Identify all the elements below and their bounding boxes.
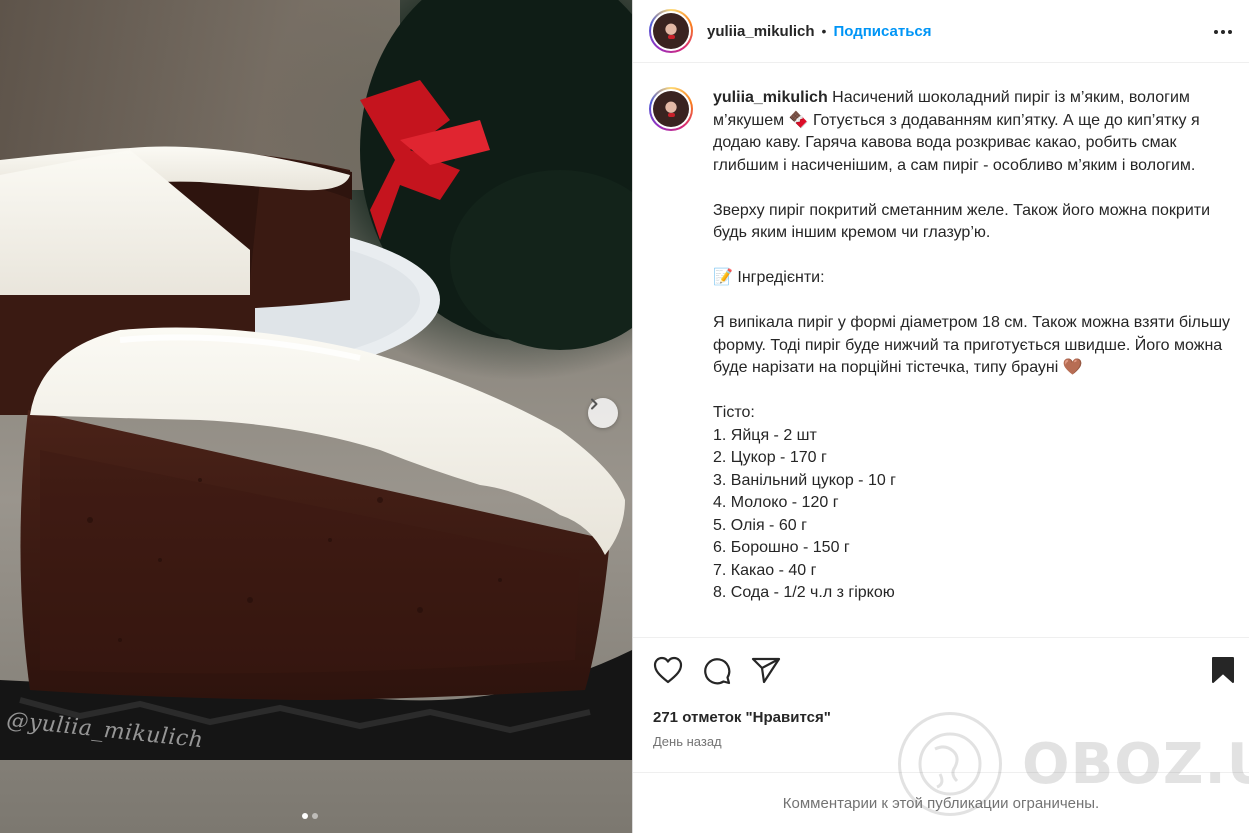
caption-line: Тісто: bbox=[713, 404, 755, 421]
post-details: yuliia_mikulich • Подписаться yuliia_mik… bbox=[632, 0, 1249, 833]
next-slide-button[interactable] bbox=[588, 398, 618, 428]
post-header: yuliia_mikulich • Подписаться bbox=[633, 0, 1249, 63]
comment-icon[interactable] bbox=[702, 656, 732, 686]
ingredient-item: 8. Сода - 1/2 ч.л з гіркою bbox=[713, 584, 895, 601]
carousel-dot[interactable] bbox=[312, 813, 318, 819]
post-timestamp[interactable]: День назад bbox=[653, 734, 722, 749]
author-avatar[interactable] bbox=[649, 9, 693, 53]
caption-line: yuliia_mikulich Насичений шоколадний пир… bbox=[713, 87, 1233, 177]
caption-area: yuliia_mikulich Насичений шоколадний пир… bbox=[633, 63, 1249, 637]
ingredient-item: 6. Борошно - 150 г bbox=[713, 539, 850, 556]
follow-button[interactable]: Подписаться bbox=[833, 23, 931, 40]
caption-line: Зверху пиріг покритий сметанним желе. Та… bbox=[713, 201, 1211, 242]
cake-photo bbox=[0, 0, 632, 760]
send-icon[interactable] bbox=[751, 656, 781, 684]
ingredient-item: 5. Олія - 60 г bbox=[713, 516, 807, 534]
comments-restricted-notice: Комментарии к этой публикации ограничены… bbox=[633, 772, 1249, 833]
likes-count[interactable]: 271 отметок "Нравится" bbox=[653, 709, 831, 726]
post-media[interactable]: @yuliia_mikulich bbox=[0, 0, 632, 833]
more-horizontal-icon[interactable] bbox=[1213, 22, 1233, 42]
ingredient-item: 2. Цукор - 170 г bbox=[713, 449, 827, 466]
ingredient-item: 7. Какао - 40 г bbox=[713, 561, 817, 579]
post-actions: 271 отметок "Нравится" День назад bbox=[633, 637, 1249, 772]
post-dialog: @yuliia_mikulich yuliia_mikulich • Подпи… bbox=[0, 0, 1249, 833]
caption-line: 📝 Інгредієнти: bbox=[713, 269, 825, 286]
carousel-dot[interactable] bbox=[302, 813, 308, 819]
separator-dot: • bbox=[821, 23, 827, 39]
chevron-right-icon bbox=[591, 398, 598, 410]
caption-username[interactable]: yuliia_mikulich bbox=[713, 89, 828, 106]
ingredient-item: 4. Молоко - 120 г bbox=[713, 494, 839, 511]
post-caption: yuliia_mikulich Насичений шоколадний пир… bbox=[713, 87, 1233, 605]
caption-avatar[interactable] bbox=[649, 87, 693, 131]
bookmark-icon[interactable] bbox=[1211, 656, 1235, 684]
ingredient-item: 1. Яйця - 2 шт bbox=[713, 426, 817, 444]
heart-icon[interactable] bbox=[653, 656, 683, 684]
carousel-dots bbox=[302, 813, 318, 819]
ingredient-item: 3. Ванільний цукор - 10 г bbox=[713, 471, 897, 489]
caption-line: Я випікала пиріг у формі діаметром 18 см… bbox=[713, 314, 1231, 376]
author-username[interactable]: yuliia_mikulich bbox=[707, 23, 815, 40]
